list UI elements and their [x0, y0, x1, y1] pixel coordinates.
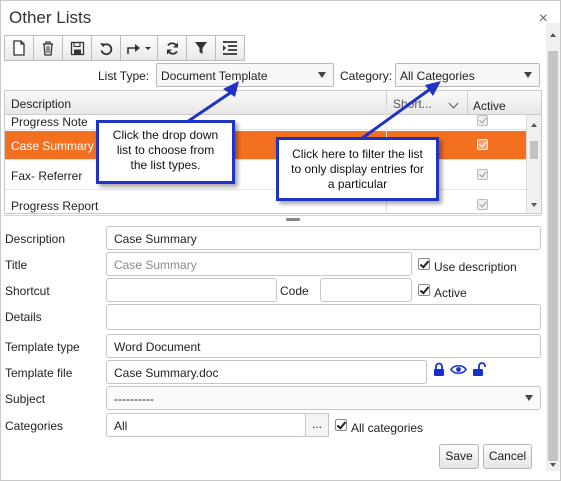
- indent-button[interactable]: [215, 35, 245, 61]
- filter-bar: List Type: Document Template Category: A…: [1, 63, 546, 89]
- chevron-down-icon: [524, 72, 532, 78]
- categories-field[interactable]: All: [106, 413, 306, 437]
- delete-button[interactable]: [33, 35, 63, 61]
- list-type-callout: Click the drop down list to choose from …: [96, 120, 235, 184]
- description-field[interactable]: Case Summary: [106, 226, 541, 250]
- template-type-label: Template type: [5, 340, 80, 354]
- filter-icon: [195, 42, 207, 54]
- refresh-button[interactable]: [157, 35, 187, 61]
- details-label: Details: [5, 310, 42, 324]
- list-type-label: List Type:: [98, 69, 150, 83]
- row-description: Progress Report: [11, 199, 99, 213]
- list-type-select[interactable]: Document Template: [156, 63, 334, 87]
- save-button[interactable]: Save: [439, 444, 479, 469]
- scroll-up-icon[interactable]: [550, 33, 556, 37]
- indent-list-icon: [223, 41, 237, 55]
- share-button[interactable]: [120, 35, 158, 61]
- all-categories-checkbox[interactable]: [335, 419, 347, 431]
- category-value: All Categories: [400, 69, 475, 83]
- undo-button[interactable]: [91, 35, 121, 61]
- new-document-icon: [13, 40, 25, 56]
- category-label: Category:: [340, 69, 393, 83]
- category-select[interactable]: All Categories: [395, 63, 540, 87]
- row-description: Progress Note: [11, 115, 88, 129]
- use-description-label: Use description: [434, 260, 517, 274]
- scroll-down-icon[interactable]: [550, 463, 556, 467]
- title-bar: Other Lists ×: [1, 1, 560, 35]
- active-checkbox: [477, 169, 488, 180]
- save-toolbar-button[interactable]: [62, 35, 92, 61]
- table-row[interactable]: Progress Note: [5, 105, 526, 134]
- active-checkbox: [477, 199, 488, 210]
- active-checkbox: [477, 139, 488, 150]
- scroll-down-icon[interactable]: [531, 203, 537, 207]
- scroll-thumb[interactable]: [530, 141, 538, 159]
- all-categories-label: All categories: [351, 421, 424, 435]
- scroll-up-icon[interactable]: [531, 123, 537, 127]
- active-label: Active: [434, 286, 467, 300]
- column-divider: [386, 105, 387, 134]
- dialog-title: Other Lists: [9, 8, 92, 27]
- template-type-field[interactable]: Word Document: [106, 334, 541, 358]
- chevron-down-icon: [318, 72, 326, 78]
- shortcut-label: Shortcut: [5, 284, 50, 298]
- pane-splitter[interactable]: [4, 215, 542, 223]
- details-textarea[interactable]: [106, 304, 541, 330]
- template-file-field[interactable]: Case Summary.doc: [106, 360, 427, 384]
- use-description-checkbox[interactable]: [418, 258, 430, 270]
- table-row[interactable]: Progress Report: [5, 191, 526, 213]
- toolbar: [4, 35, 245, 61]
- subject-value: ----------: [114, 392, 154, 406]
- categories-picker-button[interactable]: ...: [305, 413, 329, 437]
- filter-button[interactable]: [186, 35, 216, 61]
- grid-scrollbar[interactable]: [526, 115, 541, 213]
- table-row[interactable]: Fax- Referrer: [5, 161, 526, 190]
- scroll-thumb[interactable]: [548, 51, 558, 461]
- code-label: Code: [280, 284, 309, 298]
- lists-grid: Description Short... Active Progress Not…: [4, 90, 542, 214]
- active-checkbox[interactable]: [418, 284, 430, 296]
- row-description: Fax- Referrer: [11, 169, 83, 183]
- shortcut-field[interactable]: [106, 278, 277, 302]
- other-lists-dialog: Other Lists × List Type: Document Templa…: [0, 0, 561, 481]
- splitter-grip[interactable]: [286, 218, 300, 221]
- list-type-callout-text: Click the drop down list to choose from …: [112, 128, 219, 172]
- delete-trash-icon: [43, 41, 53, 56]
- new-button[interactable]: [4, 35, 34, 61]
- category-callout-text: Click here to filter the list to only di…: [291, 147, 424, 191]
- dialog-scrollbar[interactable]: [546, 23, 560, 471]
- list-type-value: Document Template: [161, 69, 268, 83]
- row-description: Case Summary: [11, 139, 94, 153]
- cancel-button[interactable]: Cancel: [483, 444, 532, 469]
- eye-icon[interactable]: [450, 364, 467, 375]
- chevron-down-icon: [525, 395, 533, 401]
- share-export-icon: [127, 43, 151, 54]
- subject-label: Subject: [5, 392, 46, 406]
- active-checkbox: [477, 115, 488, 126]
- code-field[interactable]: [320, 278, 412, 302]
- unlock-icon[interactable]: [472, 362, 487, 377]
- table-row-selected[interactable]: Case Summary: [5, 131, 526, 160]
- subject-select[interactable]: ----------: [106, 386, 541, 410]
- template-file-label: Template file: [5, 366, 73, 380]
- description-label: Description: [5, 232, 66, 246]
- title-field[interactable]: Case Summary: [106, 252, 412, 276]
- lock-icon[interactable]: [433, 362, 445, 377]
- title-label: Title: [5, 258, 28, 272]
- category-callout: Click here to filter the list to only di…: [276, 137, 439, 201]
- refresh-icon: [166, 41, 178, 55]
- categories-label: Categories: [5, 419, 64, 433]
- undo-icon: [99, 42, 112, 55]
- save-disk-icon: [70, 41, 84, 55]
